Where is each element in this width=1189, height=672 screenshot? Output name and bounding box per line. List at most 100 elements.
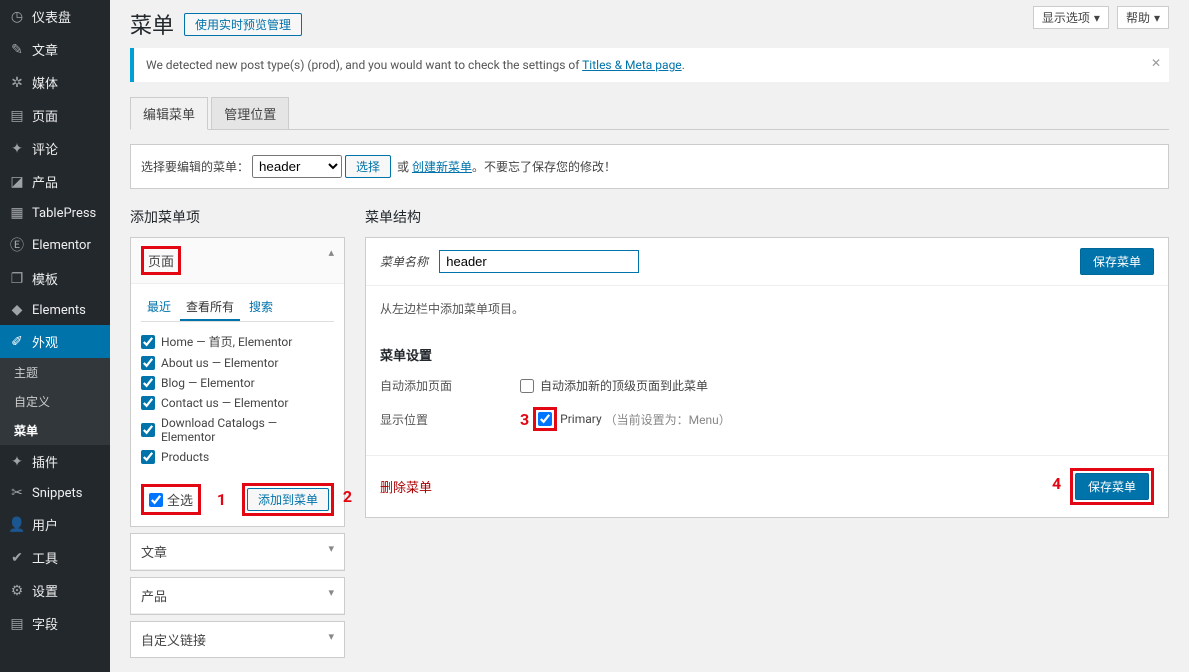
page-item-label: Contact us — Elementor <box>161 396 288 410</box>
cart-icon: ◪ <box>8 174 26 190</box>
sidebar-item-snippets[interactable]: ✂Snippets <box>0 478 110 508</box>
page-checkbox[interactable] <box>141 450 155 464</box>
sidebar-label: 外观 <box>32 332 58 351</box>
page-item[interactable]: Contact us — Elementor <box>141 393 334 413</box>
screen-options-button[interactable]: 显示选项 ▾ <box>1033 6 1109 29</box>
wrench-icon: ✔ <box>8 550 26 566</box>
sidebar-sub-customize[interactable]: 自定义 <box>0 387 110 416</box>
sidebar-item-plugins[interactable]: ✦插件 <box>0 445 110 478</box>
pages-tab-search[interactable]: 搜索 <box>243 294 279 319</box>
create-menu-link[interactable]: 创建新菜单 <box>412 160 472 174</box>
select-button[interactable]: 选择 <box>345 155 391 178</box>
pin-icon: ✎ <box>8 42 26 58</box>
sidebar-sub-menus[interactable]: 菜单 <box>0 416 110 445</box>
screen-options-label: 显示选项 <box>1042 9 1090 26</box>
sidebar-item-elements[interactable]: ◆Elements <box>0 295 110 325</box>
page-checkbox[interactable] <box>141 356 155 370</box>
sidebar-sub-themes[interactable]: 主题 <box>0 358 110 387</box>
sidebar-item-posts[interactable]: ✎ 文章 <box>0 33 110 66</box>
template-icon: ❐ <box>8 271 26 287</box>
main-content: 显示选项 ▾ 帮助 ▾ 菜单 使用实时预览管理 We detected new … <box>110 0 1189 672</box>
sidebar-label: 字段 <box>32 614 58 633</box>
accordion-posts-head[interactable]: 文章 <box>131 534 344 570</box>
sidebar-label: 评论 <box>32 139 58 158</box>
auto-add-label: 自动添加页面 <box>380 377 520 394</box>
tab-manage-locations[interactable]: 管理位置 <box>211 97 289 129</box>
menu-settings-heading: 菜单设置 <box>380 345 1154 364</box>
sidebar-item-media[interactable]: ✲媒体 <box>0 66 110 99</box>
sidebar-item-products[interactable]: ◪产品 <box>0 165 110 198</box>
primary-location-checkbox[interactable] <box>538 412 552 426</box>
callout-2: 2 <box>343 487 352 506</box>
page-item[interactable]: Products <box>141 447 334 467</box>
page-item[interactable]: Blog — Elementor <box>141 373 334 393</box>
sidebar-item-tablepress[interactable]: ▦TablePress <box>0 198 110 228</box>
sidebar-item-dashboard[interactable]: ◷仪表盘 <box>0 0 110 33</box>
sidebar-label: 工具 <box>32 548 58 567</box>
tab-edit-menus[interactable]: 编辑菜单 <box>130 97 208 130</box>
notice-dismiss-icon[interactable]: ✕ <box>1151 56 1161 70</box>
structure-heading: 菜单结构 <box>365 207 1169 227</box>
page-checkbox[interactable] <box>141 376 155 390</box>
sidebar-label: 媒体 <box>32 73 58 92</box>
sidebar-item-appearance[interactable]: ✐外观 <box>0 325 110 358</box>
sidebar-label: 文章 <box>32 40 58 59</box>
add-items-heading: 添加菜单项 <box>130 207 345 227</box>
sidebar-label: 设置 <box>32 581 58 600</box>
page-checkbox[interactable] <box>141 423 155 437</box>
chevron-down-icon: ▾ <box>1154 11 1160 25</box>
sidebar-item-fields[interactable]: ▤ 字段 <box>0 607 110 640</box>
fields-icon: ▤ <box>8 616 26 632</box>
notice-link[interactable]: Titles & Meta page <box>582 58 682 72</box>
page-item[interactable]: About us — Elementor <box>141 353 334 373</box>
page-checkbox[interactable] <box>141 396 155 410</box>
menu-selector-bar: 选择要编辑的菜单： header 选择 或 创建新菜单。不要忘了保存您的修改！ <box>130 144 1169 189</box>
accordion-label: 产品 <box>141 590 167 605</box>
menu-name-input[interactable] <box>439 250 639 273</box>
pages-tab-all[interactable]: 查看所有 <box>180 294 240 321</box>
table-icon: ▦ <box>8 205 26 221</box>
accordion-pages-head[interactable]: 页面 <box>131 238 344 284</box>
notice-text: We detected new post type(s) (prod), and… <box>146 58 582 72</box>
sidebar-label: Elementor <box>32 238 91 253</box>
callout-4: 4 <box>1052 474 1061 493</box>
auto-add-option[interactable]: 自动添加新的顶级页面到此菜单 <box>520 374 708 397</box>
live-preview-button[interactable]: 使用实时预览管理 <box>184 13 302 36</box>
sidebar-item-pages[interactable]: ▤ 页面 <box>0 99 110 132</box>
select-all-checkbox[interactable] <box>149 493 163 507</box>
select-all-label: 全选 <box>167 490 193 509</box>
sidebar-label: Elements <box>32 303 86 318</box>
accordion-custom-head[interactable]: 自定义链接 <box>131 622 344 657</box>
elementor-icon: Ⓔ <box>8 235 26 255</box>
auto-add-checkbox[interactable] <box>520 379 534 393</box>
delete-menu-link[interactable]: 删除菜单 <box>380 477 432 496</box>
menu-name-label: 菜单名称 <box>380 255 428 269</box>
chevron-down-icon: ▾ <box>1094 11 1100 25</box>
menu-select[interactable]: header <box>252 155 342 178</box>
sidebar-item-tools[interactable]: ✔ 工具 <box>0 541 110 574</box>
sidebar-item-templates[interactable]: ❐ 模板 <box>0 262 110 295</box>
pages-label: 页面 <box>141 246 181 275</box>
save-menu-button-bottom[interactable]: 保存菜单 <box>1075 473 1149 500</box>
add-to-menu-button[interactable]: 添加到菜单 <box>247 488 329 511</box>
comment-icon: ✦ <box>8 141 26 157</box>
sidebar-label: 页面 <box>32 106 58 125</box>
accordion-label: 文章 <box>141 546 167 561</box>
primary-hint: （当前设置为：Menu） <box>605 411 731 428</box>
page-item[interactable]: Download Catalogs — Elementor <box>141 413 334 447</box>
pages-list: Home — 首页, Elementor About us — Elemento… <box>141 330 334 467</box>
sidebar-label: 模板 <box>32 269 58 288</box>
pages-icon: ▤ <box>8 108 26 124</box>
sidebar-item-elementor[interactable]: Ⓔ Elementor <box>0 228 110 262</box>
accordion-products-head[interactable]: 产品 <box>131 578 344 614</box>
save-menu-button-top[interactable]: 保存菜单 <box>1080 248 1154 275</box>
sidebar-item-comments[interactable]: ✦ 评论 <box>0 132 110 165</box>
sidebar-item-settings[interactable]: ⚙设置 <box>0 574 110 607</box>
sidebar-item-users[interactable]: 👤用户 <box>0 508 110 541</box>
help-button[interactable]: 帮助 ▾ <box>1117 6 1169 29</box>
pages-tab-recent[interactable]: 最近 <box>141 294 177 319</box>
page-item[interactable]: Home — 首页, Elementor <box>141 330 334 353</box>
notice-box: We detected new post type(s) (prod), and… <box>130 48 1169 82</box>
page-checkbox[interactable] <box>141 335 155 349</box>
scissors-icon: ✂ <box>8 485 26 501</box>
